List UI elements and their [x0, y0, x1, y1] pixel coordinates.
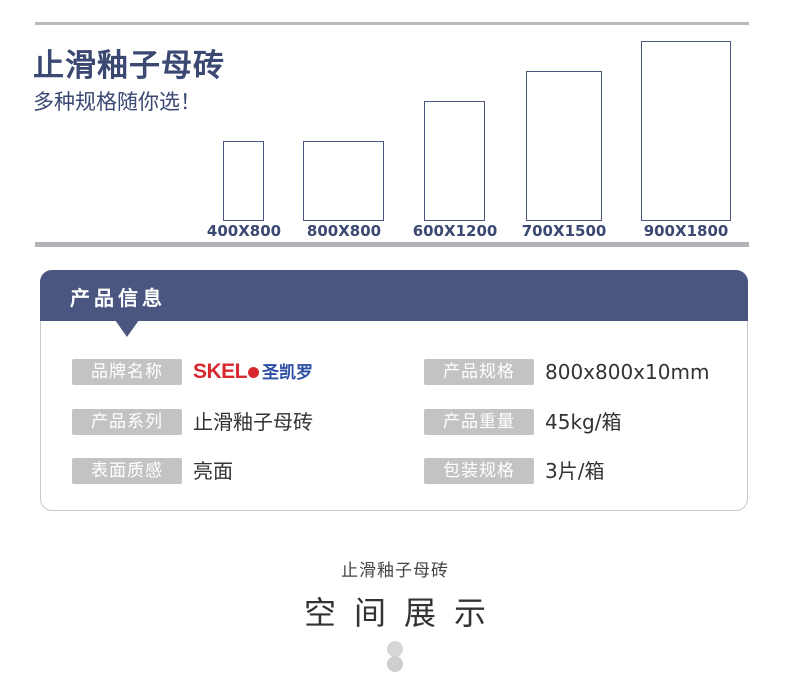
packaging-label: 包装规格 — [424, 458, 534, 484]
size-tile-800x800 — [303, 141, 384, 221]
bottom-divider — [35, 242, 749, 247]
finish-label: 表面质感 — [72, 458, 182, 484]
packaging-value: 3片/箱 — [545, 459, 605, 483]
top-divider — [35, 22, 749, 25]
section-subtitle: 止滑釉子母砖 — [341, 561, 449, 581]
spec-value: 800x800x10mm — [545, 360, 710, 384]
size-tile-700x1500 — [526, 71, 602, 221]
brand-dot-icon — [248, 366, 260, 378]
weight-value: 45kg/箱 — [545, 410, 622, 434]
brand-logo-en: SKEL — [193, 360, 248, 383]
product-info-card: 产品信息 品牌名称 SKEL 圣凯罗 产品规格 800x800x10mm 产品系列… — [40, 270, 748, 511]
product-info-heading: 产品信息 — [70, 286, 166, 310]
brand-logo: SKEL 圣凯罗 — [193, 359, 313, 385]
scroll-indicator-icon — [387, 641, 403, 672]
finish-value: 亮面 — [193, 459, 233, 483]
size-label-800x800: 800X800 — [306, 222, 382, 240]
size-label-400x800: 400X800 — [206, 222, 282, 240]
brand-name-label: 品牌名称 — [72, 359, 182, 385]
weight-label: 产品重量 — [424, 409, 534, 435]
spec-label: 产品规格 — [424, 359, 534, 385]
section-title: 空间展示 — [303, 594, 504, 632]
size-label-900x1800: 900X1800 — [643, 222, 729, 240]
series-value: 止滑釉子母砖 — [193, 410, 313, 434]
page-title: 止滑釉子母砖 — [33, 48, 225, 84]
size-label-700x1500: 700X1500 — [521, 222, 607, 240]
page-subtitle: 多种规格随你选！ — [33, 90, 201, 114]
size-label-600x1200: 600X1200 — [412, 222, 498, 240]
series-label: 产品系列 — [72, 409, 182, 435]
brand-logo-cn: 圣凯罗 — [262, 363, 314, 383]
size-tile-400x800 — [223, 141, 264, 221]
size-tile-600x1200 — [424, 101, 485, 221]
product-info-header: 产品信息 — [40, 270, 748, 321]
size-tile-900x1800 — [641, 41, 731, 221]
header-pointer-icon — [115, 320, 139, 337]
